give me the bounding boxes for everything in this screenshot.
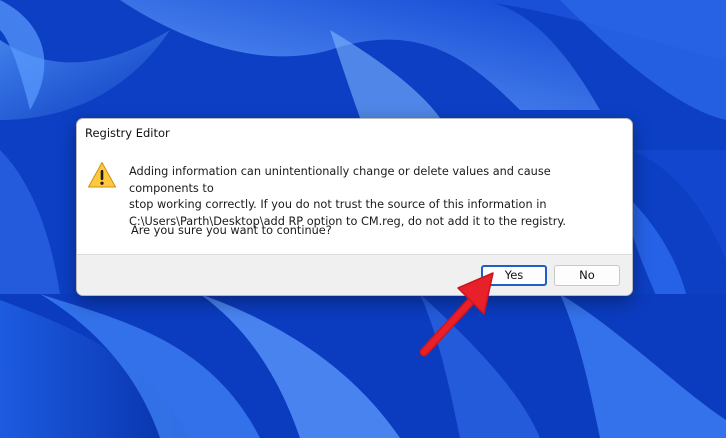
message-line: stop working correctly. If you do not tr… <box>129 198 547 212</box>
dialog-button-bar: Yes No <box>77 254 632 295</box>
dialog-title: Registry Editor <box>85 126 170 140</box>
dialog-message: Adding information can unintentionally c… <box>129 164 619 230</box>
no-button[interactable]: No <box>554 265 620 286</box>
yes-button[interactable]: Yes <box>481 265 547 286</box>
confirm-question: Are you sure you want to continue? <box>131 224 332 237</box>
message-line: Adding information can unintentionally c… <box>129 165 551 195</box>
warning-icon <box>88 162 116 188</box>
registry-editor-dialog: Registry Editor Adding information can u… <box>76 118 633 296</box>
desktop-wallpaper: Registry Editor Adding information can u… <box>0 0 726 438</box>
